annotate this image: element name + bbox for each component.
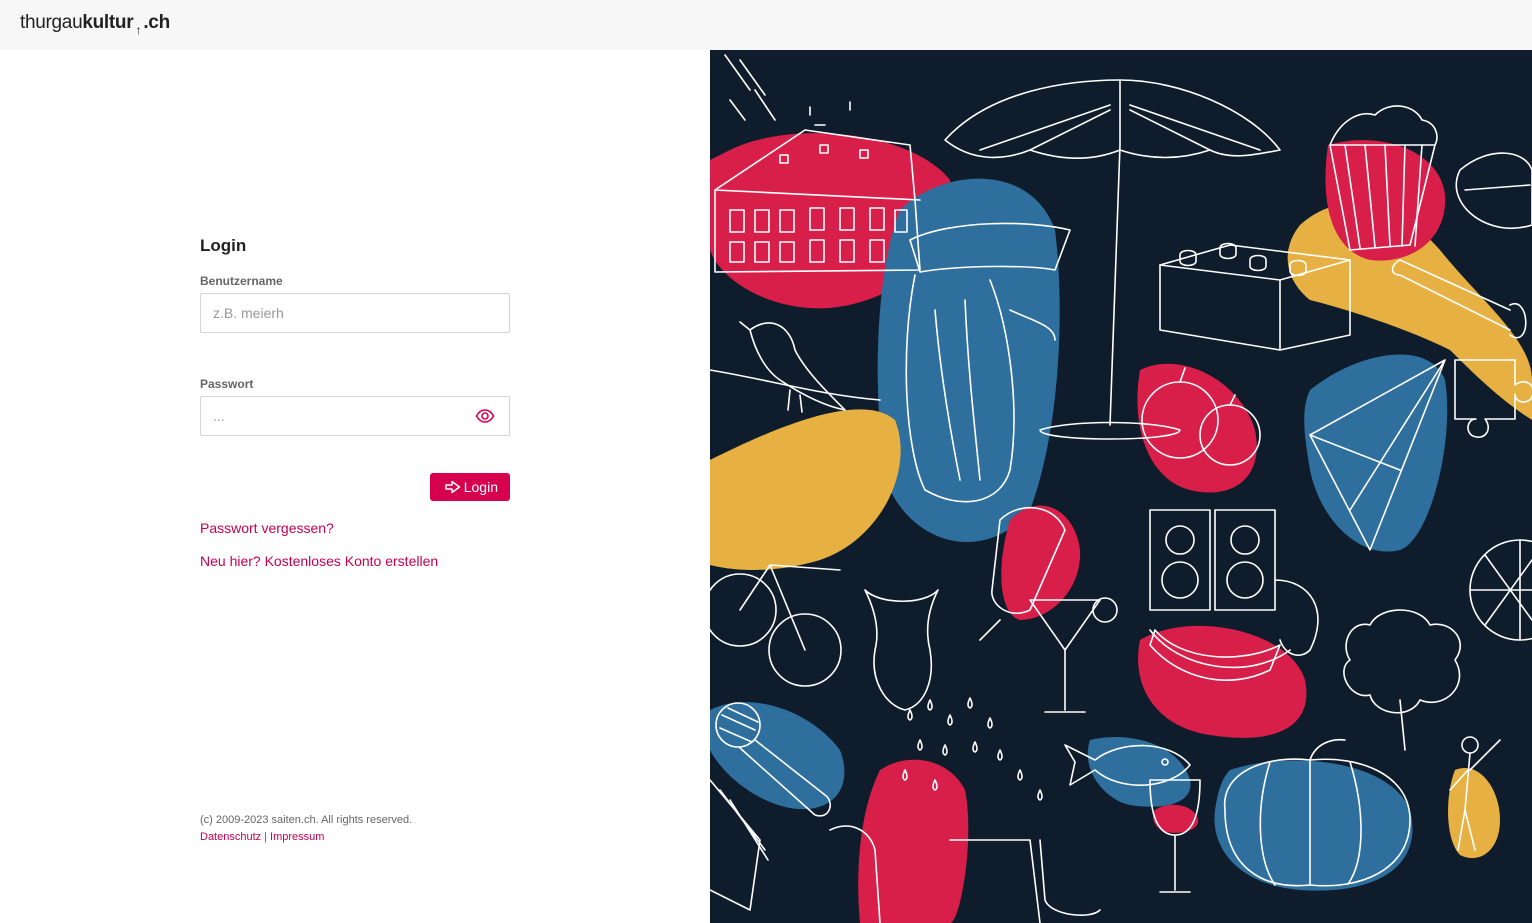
login-form: Login Benutzername Passwort Login P bbox=[200, 236, 510, 570]
red-blob-rain bbox=[858, 759, 969, 923]
red-blob-icecream bbox=[1001, 505, 1081, 620]
button-row: Login bbox=[200, 473, 510, 501]
footer-links: Datenschutz | Impressum bbox=[200, 829, 412, 846]
login-title: Login bbox=[200, 236, 247, 255]
illustration bbox=[710, 54, 1532, 923]
password-label: Passwort bbox=[200, 377, 254, 391]
forgot-password-link[interactable]: Passwort vergessen? bbox=[200, 520, 510, 537]
logo-arrow-icon: ↑ bbox=[135, 23, 142, 37]
decorative-illustration bbox=[710, 50, 1532, 923]
username-field-wrapper bbox=[200, 293, 510, 333]
login-button[interactable]: Login bbox=[429, 473, 510, 501]
login-panel: Login Benutzername Passwort Login P bbox=[0, 50, 710, 923]
privacy-link[interactable]: Datenschutz bbox=[200, 831, 261, 843]
copyright-text: (c) 2009-2023 saiten.ch. All rights rese… bbox=[200, 814, 413, 826]
imprint-link[interactable]: Impressum bbox=[270, 831, 324, 843]
eye-icon[interactable] bbox=[475, 408, 495, 424]
blue-blob-kite bbox=[1304, 354, 1448, 552]
site-logo[interactable]: thurgaukultur ↑ .ch bbox=[20, 11, 170, 37]
red-blob-apples bbox=[1137, 363, 1257, 493]
yellow-blob-left bbox=[710, 409, 901, 570]
footer: (c) 2009-2023 saiten.ch. All rights rese… bbox=[200, 812, 412, 846]
password-input[interactable] bbox=[201, 397, 509, 435]
login-arrow-icon bbox=[444, 480, 460, 494]
red-blob-wine bbox=[1153, 804, 1199, 833]
username-label: Benutzername bbox=[200, 274, 283, 288]
footer-separator: | bbox=[264, 831, 268, 843]
username-input[interactable] bbox=[201, 294, 509, 332]
top-bar: thurgaukultur ↑ .ch bbox=[0, 0, 1532, 50]
login-button-label: Login bbox=[463, 479, 498, 495]
blue-blob-fish bbox=[1087, 736, 1191, 807]
register-link[interactable]: Neu hier? Kostenloses Konto erstellen bbox=[200, 553, 510, 570]
password-field-wrapper bbox=[200, 396, 510, 436]
